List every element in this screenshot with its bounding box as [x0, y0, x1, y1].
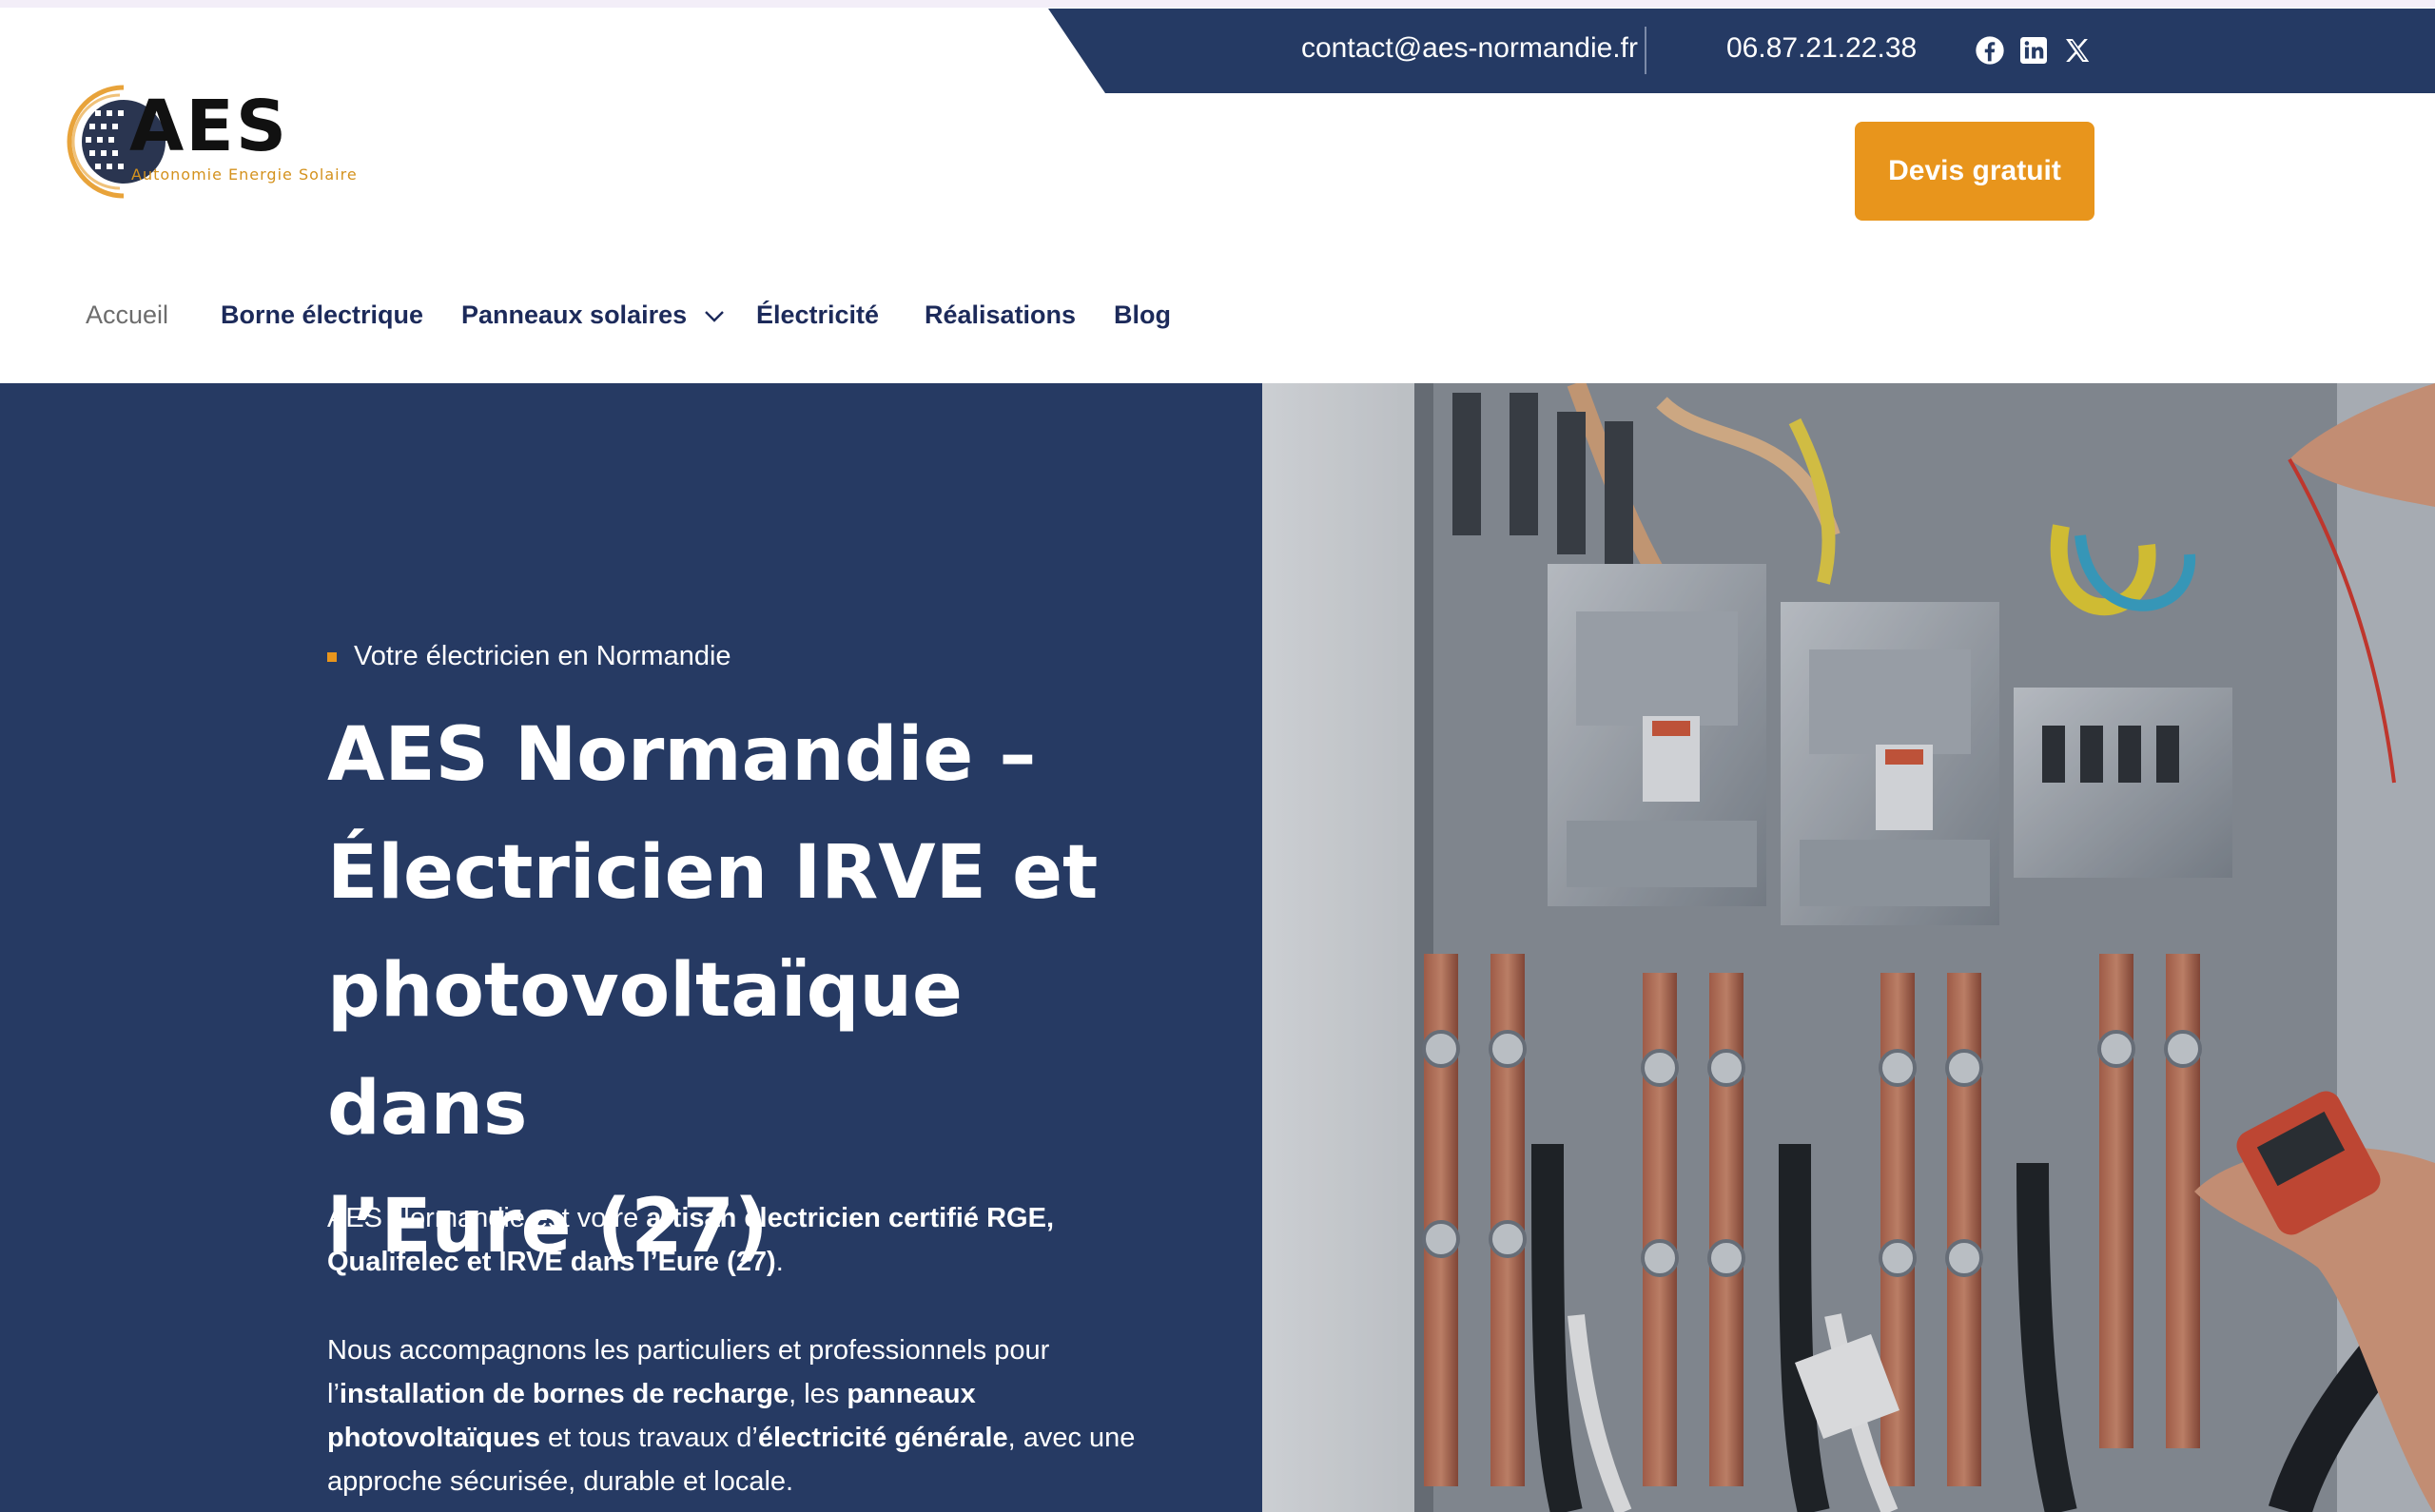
bold-span: installation de bornes de recharge	[339, 1379, 789, 1409]
hero-intro-paragraph: AES Normandie est votre artisan électric…	[327, 1196, 1183, 1284]
electrical-panel-illustration	[1262, 383, 2435, 1512]
linkedin-icon[interactable]	[2018, 35, 2049, 66]
eyebrow-text: Votre électricien en Normandie	[354, 641, 731, 671]
nav-item-blog[interactable]: Blog	[1114, 300, 1171, 330]
hero-eyebrow: Votre électricien en Normandie	[327, 641, 731, 672]
text-span: , les	[789, 1379, 847, 1409]
chevron-down-icon	[704, 311, 724, 322]
site-logo[interactable]: AES Autonomie Energie Solaire	[57, 82, 380, 202]
nav-item-realisations[interactable]: Réalisations	[925, 300, 1076, 330]
text-span: .	[775, 1247, 784, 1277]
nav-item-electricite[interactable]: Électricité	[756, 300, 879, 330]
contact-divider	[1645, 27, 1646, 74]
bold-span: électricité générale	[757, 1423, 1008, 1453]
x-icon[interactable]	[2062, 35, 2093, 66]
contact-phone-link[interactable]: 06.87.21.22.38	[1726, 32, 1917, 65]
hero-description-paragraph: Nous accompagnons les particuliers et pr…	[327, 1328, 1183, 1503]
contact-email-link[interactable]: contact@aes-normandie.fr	[1301, 32, 1638, 65]
hero-title-line: photovoltaïque dans	[327, 948, 963, 1152]
text-span: et tous travaux d’	[539, 1423, 758, 1453]
eyebrow-bullet	[327, 651, 337, 662]
nav-item-accueil[interactable]: Accueil	[86, 300, 168, 330]
logo-tagline: Autonomie Energie Solaire	[131, 165, 358, 184]
hero-title-line: Électricien IRVE et	[327, 830, 1099, 916]
logo-text: AES	[129, 86, 289, 167]
nav-item-panneaux-solaires[interactable]: Panneaux solaires	[461, 300, 725, 330]
nav-item-label: Panneaux solaires	[461, 300, 688, 329]
hero-image-electrical-panel	[1262, 383, 2435, 1512]
hero-title-line: AES Normandie –	[327, 712, 1037, 798]
text-span: AES Normandie est votre	[327, 1203, 647, 1233]
facebook-icon[interactable]	[1975, 35, 2005, 66]
free-quote-button[interactable]: Devis gratuit	[1855, 122, 2094, 221]
top-border	[0, 0, 2435, 8]
nav-item-borne-electrique[interactable]: Borne électrique	[221, 300, 423, 330]
